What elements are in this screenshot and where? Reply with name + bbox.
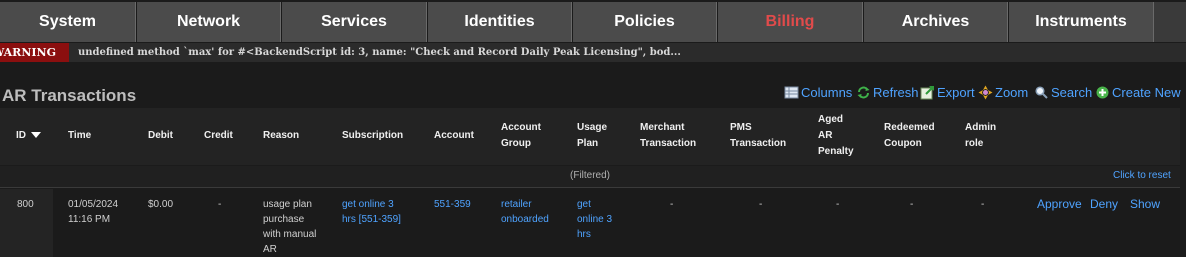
cell-redeemed-coupon: - (910, 199, 914, 210)
warning-badge: WARNING (0, 43, 69, 62)
col-usage-plan-line2: Plan (577, 138, 599, 149)
col-reason[interactable]: Reason (263, 128, 299, 144)
col-aged-line2: AR (818, 130, 833, 141)
refresh-icon (856, 85, 871, 100)
col-time[interactable]: Time (68, 128, 91, 144)
export-icon (920, 85, 935, 100)
cell-subscription-line1: get online 3 (342, 199, 394, 210)
warning-badge-label: WARNING (0, 46, 56, 59)
cell-reason-line3: with manual (263, 229, 317, 240)
cell-reason-line1: usage plan (263, 199, 312, 210)
export-label: Export (937, 84, 975, 100)
cell-credit: - (218, 199, 222, 210)
cell-subscription-line2: hrs [551-359] (342, 214, 401, 225)
col-debit[interactable]: Debit (148, 128, 173, 144)
cell-usage-plan-line1: get (577, 199, 591, 210)
tab-billing[interactable]: Billing (718, 2, 863, 42)
tab-archives[interactable]: Archives (864, 2, 1008, 42)
col-usage-plan-line1: Usage (577, 122, 608, 133)
cell-account-group-line2: onboarded (501, 214, 549, 225)
add-icon (1095, 85, 1110, 100)
filter-row: (Filtered) Click to reset (0, 166, 1180, 188)
page-title: AR Transactions (2, 86, 137, 105)
create-new-label: Create New (1112, 84, 1181, 100)
cell-aged-ar-penalty: - (836, 199, 840, 210)
cell-time: 01/05/2024 11:16 PM (68, 197, 118, 227)
cell-time-date: 01/05/2024 (68, 199, 119, 210)
columns-button[interactable]: Columns (784, 82, 852, 102)
col-merchant-line2: Transaction (640, 138, 697, 149)
tab-instruments[interactable]: Instruments (1009, 2, 1154, 42)
col-redeemed-coupon[interactable]: Redeemed Coupon (884, 120, 935, 152)
deny-button[interactable]: Deny (1090, 197, 1118, 211)
show-button[interactable]: Show (1130, 197, 1160, 211)
col-admin-line1: Admin (965, 122, 997, 133)
columns-icon (784, 85, 799, 100)
cell-reason-line2: purchase (263, 214, 305, 225)
col-aged-line1: Aged (818, 114, 843, 125)
cell-usage-plan-line3: hrs (577, 229, 591, 240)
col-id[interactable]: ID (16, 128, 41, 144)
col-aged-line3: Penalty (818, 146, 854, 157)
col-pms-transaction[interactable]: PMS Transaction (730, 120, 786, 152)
table-header: ID Time Debit Credit Reason Subscription… (0, 108, 1180, 165)
cell-reason-line4: AR (263, 244, 277, 255)
col-account-group[interactable]: Account Group (501, 120, 541, 152)
export-button[interactable]: Export (920, 82, 975, 102)
cell-pms-transaction: - (759, 199, 763, 210)
filtered-label: (Filtered) (570, 170, 611, 181)
col-credit[interactable]: Credit (204, 128, 233, 144)
col-admin-role[interactable]: Admin role (965, 120, 996, 152)
col-id-label: ID (16, 130, 26, 141)
cell-account-group-link[interactable]: retailer onboarded (501, 197, 549, 227)
cell-debit: $0.00 (148, 199, 174, 210)
tab-network[interactable]: Network (137, 2, 281, 42)
cell-time-clock: 11:16 PM (68, 214, 111, 225)
search-label: Search (1051, 84, 1093, 100)
col-account[interactable]: Account (434, 128, 474, 144)
approve-button[interactable]: Approve (1037, 197, 1082, 211)
tab-identities[interactable]: Identities (428, 2, 572, 42)
columns-label: Columns (801, 84, 853, 100)
tab-policies[interactable]: Policies (573, 2, 717, 42)
create-new-button[interactable]: Create New (1095, 82, 1181, 102)
cell-reason: usage plan purchase with manual AR (263, 197, 316, 257)
nav-filler (1154, 2, 1186, 42)
reset-filter-link[interactable]: Click to reset (1113, 170, 1171, 181)
warning-bar: WARNING undefined method `max' for #<Bac… (0, 43, 1186, 62)
tab-services[interactable]: Services (282, 2, 427, 42)
col-pms-line1: PMS (730, 122, 752, 133)
warning-message: undefined method `max' for #<BackendScri… (78, 47, 681, 58)
refresh-button[interactable]: Refresh (856, 82, 919, 102)
col-pms-line2: Transaction (730, 138, 787, 149)
search-button[interactable]: Search (1034, 82, 1092, 102)
cell-subscription-link[interactable]: get online 3 hrs [551-359] (342, 197, 401, 227)
cell-admin-role: - (981, 199, 985, 210)
tab-system[interactable]: System (0, 2, 136, 42)
col-aged-ar-penalty[interactable]: Aged AR Penalty (818, 112, 854, 160)
col-merchant-line1: Merchant (640, 122, 685, 133)
col-account-group-line2: Group (501, 138, 531, 149)
col-admin-line2: role (965, 138, 984, 149)
table-row: 800 01/05/2024 11:16 PM $0.00 - usage pl… (0, 189, 1180, 257)
col-subscription[interactable]: Subscription (342, 128, 403, 144)
col-redeemed-line2: Coupon (884, 138, 922, 149)
col-account-group-line1: Account (501, 122, 541, 133)
cell-account-group-line1: retailer (501, 199, 532, 210)
zoom-button[interactable]: Zoom (978, 82, 1028, 102)
search-icon (1034, 85, 1049, 100)
cell-account-link[interactable]: 551-359 (434, 197, 471, 212)
main-nav: System Network Services Identities Polic… (0, 0, 1186, 42)
cell-id: 800 (17, 199, 34, 210)
cell-merchant-transaction: - (670, 199, 674, 210)
cell-usage-plan-link[interactable]: get online 3 hrs (577, 197, 612, 242)
zoom-label: Zoom (995, 84, 1029, 100)
refresh-label: Refresh (873, 84, 919, 100)
cell-usage-plan-line2: online 3 (577, 214, 613, 225)
col-redeemed-line1: Redeemed (884, 122, 935, 133)
col-usage-plan[interactable]: Usage Plan (577, 120, 607, 152)
sort-desc-icon (30, 132, 41, 139)
zoom-icon (978, 85, 993, 100)
col-merchant-transaction[interactable]: Merchant Transaction (640, 120, 696, 152)
